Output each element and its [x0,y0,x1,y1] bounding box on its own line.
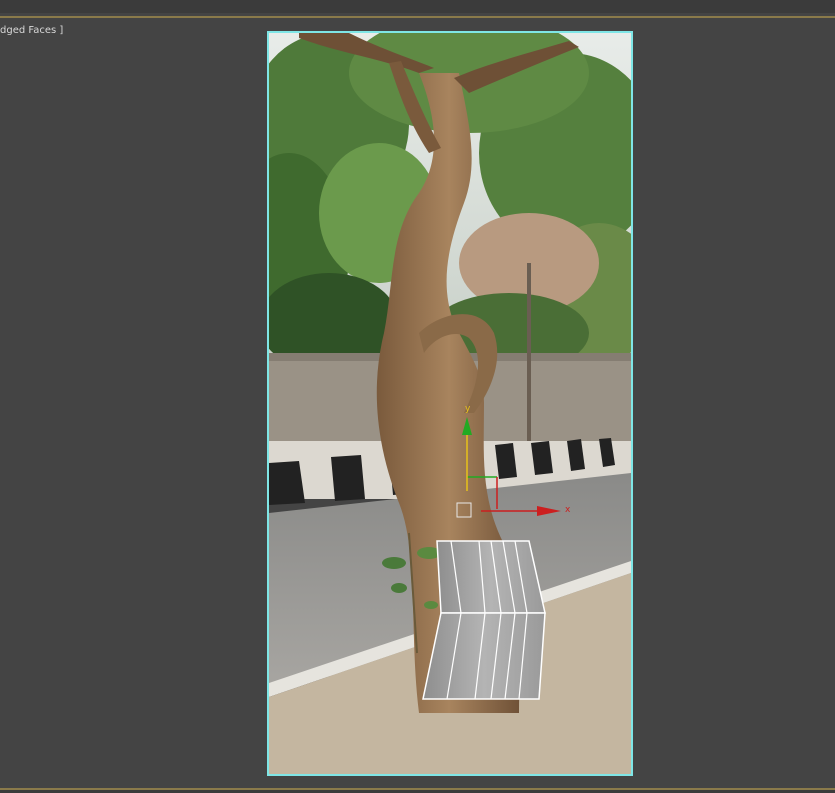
viewport-shading-label[interactable]: dged Faces ] [0,25,63,36]
3d-editor-window: dged Faces ] y x [0,0,835,793]
tree-photo-plane[interactable]: y x [267,31,633,776]
toolbar-strip [0,0,835,13]
tree-photo-image: y x [269,33,631,774]
perspective-viewport[interactable]: dged Faces ] y x [0,18,835,788]
gizmo-x-label: x [565,505,571,515]
gizmo-y-label: y [465,404,471,414]
pole [527,263,531,443]
bark-wrapped-trunk-mesh [422,540,546,700]
